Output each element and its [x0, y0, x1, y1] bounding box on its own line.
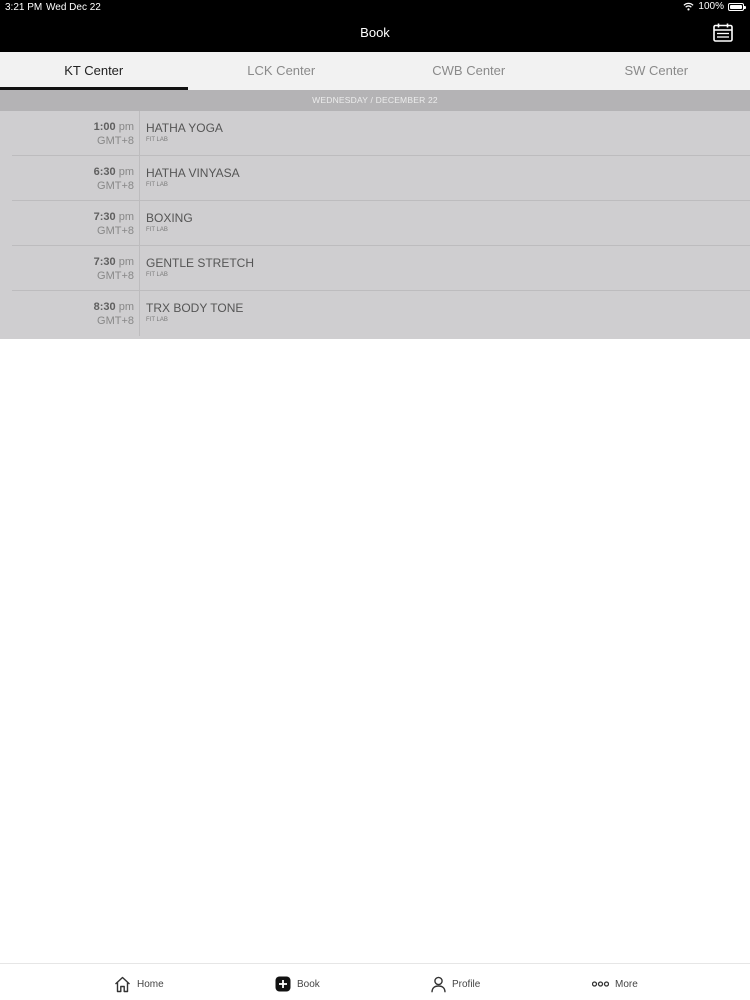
class-row[interactable]: 7:30 pm GMT+8 GENTLE STRETCH FIT LAB	[0, 246, 750, 291]
tab-cwb-center[interactable]: CWB Center	[375, 52, 563, 90]
tab-kt-center[interactable]: KT Center	[0, 52, 188, 90]
nav-header: Book	[0, 14, 750, 52]
tab-lck-center[interactable]: LCK Center	[188, 52, 376, 90]
timezone: GMT+8	[97, 225, 134, 237]
more-dots-icon	[592, 981, 609, 987]
plus-square-icon	[275, 976, 291, 992]
divider	[139, 246, 140, 291]
am-pm: pm	[118, 256, 134, 268]
person-icon	[431, 976, 446, 992]
class-row[interactable]: 8:30 pm GMT+8 TRX BODY TONE FIT LAB	[0, 291, 750, 336]
start-time: 7:30	[93, 211, 116, 223]
class-row[interactable]: 6:30 pm GMT+8 HATHA VINYASA FIT LAB	[0, 156, 750, 201]
class-name: GENTLE STRETCH	[146, 256, 255, 270]
nav-more[interactable]: More	[592, 974, 638, 994]
status-date: Wed Dec 22	[46, 2, 101, 13]
home-icon	[115, 976, 130, 992]
schedule-list: WEDNESDAY / DECEMBER 22 1:00 pm GMT+8 HA…	[0, 90, 750, 339]
start-time: 8:30	[93, 301, 116, 313]
class-location: FIT LAB	[146, 227, 168, 233]
wifi-icon	[683, 2, 694, 11]
class-name: BOXING	[146, 211, 193, 225]
divider	[139, 111, 140, 156]
class-name: HATHA VINYASA	[146, 166, 240, 180]
am-pm: pm	[118, 211, 134, 223]
am-pm: pm	[118, 166, 134, 178]
timezone: GMT+8	[97, 315, 134, 327]
start-time: 6:30	[93, 166, 116, 178]
nav-more-label: More	[615, 978, 638, 990]
timezone: GMT+8	[97, 270, 134, 282]
nav-book-label: Book	[297, 978, 320, 990]
battery-icon	[728, 2, 746, 11]
class-row[interactable]: 1:00 pm GMT+8 HATHA YOGA FIT LAB	[0, 111, 750, 156]
class-location: FIT LAB	[146, 272, 168, 278]
nav-home-label: Home	[137, 978, 164, 990]
date-header: WEDNESDAY / DECEMBER 22	[0, 90, 750, 111]
start-time: 7:30	[93, 256, 116, 268]
nav-profile[interactable]: Profile	[431, 974, 480, 994]
status-time: 3:21 PM	[5, 2, 43, 13]
timezone: GMT+8	[97, 180, 134, 192]
timezone: GMT+8	[97, 135, 134, 147]
divider	[139, 156, 140, 201]
nav-book[interactable]: Book	[275, 974, 320, 994]
bottom-tab-bar: Home Book Profile More	[0, 963, 750, 1000]
am-pm: pm	[118, 121, 134, 133]
class-row[interactable]: 7:30 pm GMT+8 BOXING FIT LAB	[0, 201, 750, 246]
class-name: TRX BODY TONE	[146, 301, 244, 315]
status-right: 100%	[683, 1, 746, 12]
status-bar: 3:21 PM Wed Dec 22 100%	[0, 0, 750, 14]
center-tabs: KT Center LCK Center CWB Center SW Cente…	[0, 52, 750, 90]
class-name: HATHA YOGA	[146, 121, 223, 135]
class-location: FIT LAB	[146, 137, 168, 143]
tab-sw-center[interactable]: SW Center	[563, 52, 750, 90]
divider	[139, 201, 140, 246]
am-pm: pm	[118, 301, 134, 313]
battery-percent: 100%	[698, 1, 724, 12]
divider	[139, 291, 140, 336]
calendar-icon[interactable]	[713, 23, 733, 42]
start-time: 1:00	[93, 121, 116, 133]
nav-profile-label: Profile	[452, 978, 481, 990]
class-location: FIT LAB	[146, 182, 168, 188]
nav-home[interactable]: Home	[114, 974, 164, 994]
class-location: FIT LAB	[146, 317, 168, 323]
page-title: Book	[360, 25, 390, 40]
